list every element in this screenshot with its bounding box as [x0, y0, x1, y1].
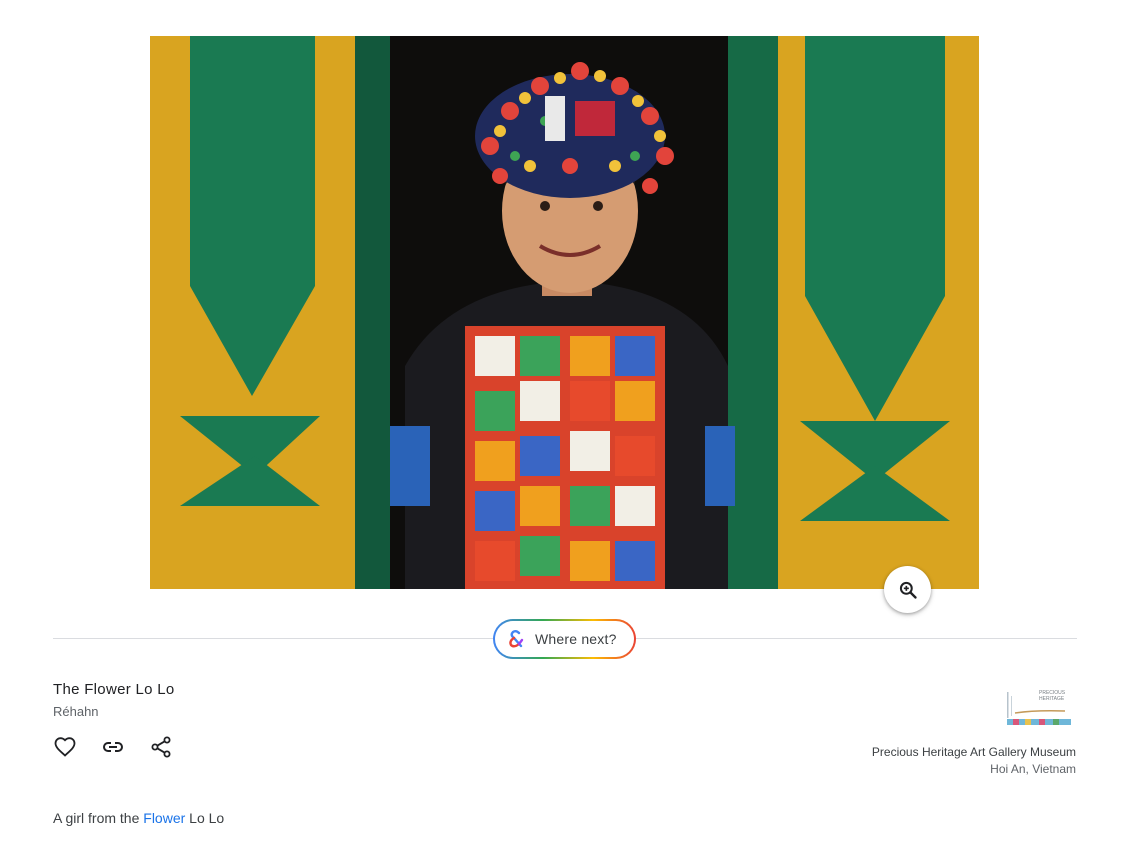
heart-icon — [54, 737, 76, 757]
partner-location: Hoi An, Vietnam — [990, 762, 1076, 776]
share-icon — [151, 736, 171, 758]
description-text-after: Lo Lo — [185, 810, 225, 826]
partner-name-link[interactable]: Precious Heritage Art Gallery Museum — [872, 745, 1076, 759]
where-next-label: Where next? — [535, 631, 617, 647]
zoom-in-icon — [899, 581, 917, 599]
svg-text:HERITAGE: HERITAGE — [1039, 696, 1065, 702]
artwork-description: A girl from the Flower Lo Lo — [53, 810, 224, 826]
artwork-image[interactable] — [150, 36, 979, 589]
description-text-before: A girl from the — [53, 810, 144, 826]
artwork-title: The Flower Lo Lo — [53, 681, 175, 698]
ampersand-icon — [509, 630, 524, 648]
where-next-button[interactable]: Where next? — [493, 619, 636, 659]
link-icon — [103, 742, 123, 752]
copy-link-button[interactable] — [101, 735, 125, 759]
where-next-inner: Where next? — [495, 621, 634, 657]
partner-logo[interactable]: PRECIOUS HERITAGE — [1005, 686, 1072, 727]
portrait-photo — [150, 36, 979, 589]
zoom-button[interactable] — [884, 566, 931, 613]
partner-logo-image: PRECIOUS HERITAGE — [1007, 690, 1071, 725]
action-bar — [53, 735, 173, 759]
artwork-page: Where next? The Flower Lo Lo Réhahn PREC… — [0, 0, 1133, 843]
flower-link[interactable]: Flower — [143, 810, 185, 826]
favorite-button[interactable] — [53, 735, 77, 759]
share-button[interactable] — [149, 735, 173, 759]
artwork-creator[interactable]: Réhahn — [53, 704, 99, 719]
